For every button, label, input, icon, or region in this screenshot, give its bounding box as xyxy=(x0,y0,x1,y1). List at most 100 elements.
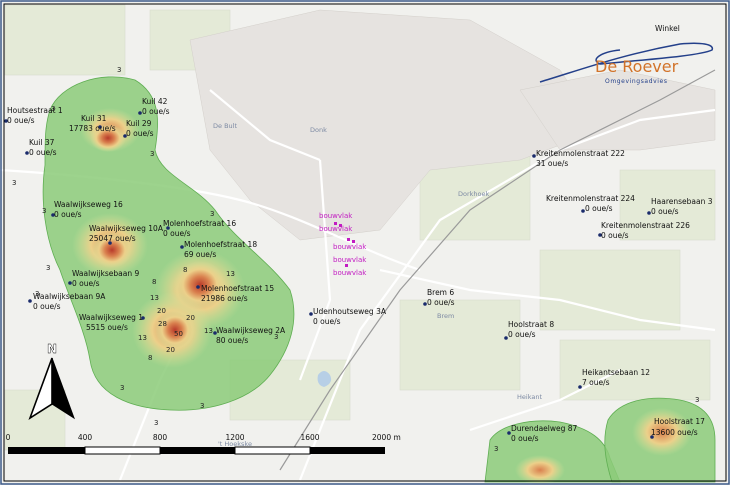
source-name: Molenhoefstraat 15 xyxy=(201,284,274,293)
contour-label: 3 xyxy=(35,290,39,298)
place-brem: Brem xyxy=(437,312,454,320)
scale-label: 1200 xyxy=(225,433,244,442)
place-dorkhoek: Dorkhoek xyxy=(458,190,490,198)
source-value: 0 oue/s xyxy=(7,116,35,125)
source-name: Kuil 42 xyxy=(142,97,168,106)
odour-contour-map: Winkel Dorkhoek Brem Heikant 't Hoekske … xyxy=(0,0,730,485)
contour-label: 13 xyxy=(138,334,147,342)
source-value: 13600 oue/s xyxy=(651,428,698,437)
scale-label: 2000 m xyxy=(372,433,401,442)
source-value: 0 oue/s xyxy=(511,434,539,443)
scale-segment xyxy=(8,447,85,454)
source-name: Waalwijkseweg 16 xyxy=(54,200,123,209)
source-value: 0 oue/s xyxy=(585,204,613,213)
bouwvlak-marker xyxy=(347,238,350,241)
source-value: 80 oue/s xyxy=(216,336,248,345)
source-name: Waalwijkseweg 10A xyxy=(89,224,164,233)
contour-label: 3 xyxy=(695,396,699,404)
scale-segment xyxy=(84,446,161,455)
contour-label: 28 xyxy=(158,320,167,328)
scale-label: 800 xyxy=(153,433,168,442)
contour-label: 8 xyxy=(183,266,187,274)
contour-label: 3 xyxy=(274,333,278,341)
source-name: Hoolstraat 8 xyxy=(508,320,554,329)
bouwvlak-label: bouwvlak xyxy=(319,212,353,220)
source-value: 25047 oue/s xyxy=(89,234,136,243)
source-name: Udenhoutseweg 3A xyxy=(313,307,387,316)
source-value: 5515 oue/s xyxy=(86,323,128,332)
bouwvlak-marker xyxy=(345,264,348,267)
source-value: 0 oue/s xyxy=(54,210,82,219)
source-value: 0 oue/s xyxy=(72,279,100,288)
source-value: 31 oue/s xyxy=(536,159,568,168)
contour-label: 13 xyxy=(226,270,235,278)
place-winkel: Winkel xyxy=(655,24,680,33)
source-value: 0 oue/s xyxy=(126,129,154,138)
contour-label: 13 xyxy=(150,294,159,302)
scale-segment xyxy=(160,447,235,454)
contour-label: 3 xyxy=(51,105,55,113)
bouwvlak-marker xyxy=(334,222,337,225)
source-value: 0 oue/s xyxy=(33,302,61,311)
source-value: 21986 oue/s xyxy=(201,294,248,303)
source-name: Brem 6 xyxy=(427,288,454,297)
logo-name: De Roever xyxy=(595,57,679,76)
source-name: Heikantsebaan 12 xyxy=(582,368,650,377)
scale-label: 1600 xyxy=(300,433,319,442)
source-value: 0 oue/s xyxy=(508,330,536,339)
bouwvlak-label: bouwvlak xyxy=(333,269,367,277)
contour-label: 20 xyxy=(166,346,175,354)
source-name: Kuil 37 xyxy=(29,138,55,147)
scale-label: 0 xyxy=(6,433,11,442)
source-value: 0 oue/s xyxy=(29,148,57,157)
source-name: Waalwijksebaan 9A xyxy=(33,292,106,301)
source-name: Haarensebaan 3 xyxy=(651,197,713,206)
source-name: Waalwijksebaan 9 xyxy=(72,269,139,278)
north-label: N xyxy=(47,342,57,356)
contour-label: 3 xyxy=(210,210,214,218)
place-heikant: Heikant xyxy=(517,393,542,401)
source-name: Kreitenmolenstraat 222 xyxy=(536,149,625,158)
contour-label: 20 xyxy=(186,314,195,322)
source-value: 0 oue/s xyxy=(163,229,191,238)
contour-label: 3 xyxy=(200,402,204,410)
source-value: 0 oue/s xyxy=(601,231,629,240)
source-marker xyxy=(196,285,200,289)
source-name: Molenhoefstraat 18 xyxy=(184,240,257,249)
bouwvlak-label: bouwvlak xyxy=(319,225,353,233)
source-name: Hoolstraat 17 xyxy=(654,417,705,426)
bouwvlak-marker xyxy=(339,224,342,227)
source-name: Molenhoefstraat 16 xyxy=(163,219,236,228)
contour-label: 3 xyxy=(120,384,124,392)
contour-label: 13 xyxy=(204,327,213,335)
source-name: Kuil 31 xyxy=(81,114,107,123)
source-value: 7 oue/s xyxy=(582,378,610,387)
scale-segment xyxy=(234,446,311,455)
contour-label: 3 xyxy=(12,179,16,187)
source-marker xyxy=(28,299,32,303)
bouwvlak-label: bouwvlak xyxy=(333,256,367,264)
bouwvlak-marker xyxy=(352,240,355,243)
contour-label: 3 xyxy=(117,66,121,74)
scale-label: 400 xyxy=(78,433,93,442)
logo-subtitle: Omgevingsadvies xyxy=(605,78,668,85)
contour-label: 3 xyxy=(150,150,154,158)
source-value: 0 oue/s xyxy=(651,207,679,216)
source-name: Kreitenmolenstraat 224 xyxy=(546,194,635,203)
contour-label: 8 xyxy=(152,278,156,286)
source-name: Durendaelweg 87 xyxy=(511,424,578,433)
contour-label: 3 xyxy=(494,445,498,453)
source-name: Waalwijkseweg 1 xyxy=(79,313,143,322)
place-de-bult: De Bult xyxy=(213,122,237,130)
source-name: Kreitenmolenstraat 226 xyxy=(601,221,690,230)
contour-label: 20 xyxy=(157,307,166,315)
contour-label: 3 xyxy=(154,419,158,427)
contour-label: 3 xyxy=(42,207,46,215)
contour-label: 3 xyxy=(46,264,50,272)
scale-segment xyxy=(310,447,385,454)
source-value: 0 oue/s xyxy=(313,317,341,326)
source-value: 0 oue/s xyxy=(427,298,455,307)
source-value: 69 oue/s xyxy=(184,250,216,259)
source-value: 17783 oue/s xyxy=(69,124,116,133)
place-donk: Donk xyxy=(310,126,327,134)
